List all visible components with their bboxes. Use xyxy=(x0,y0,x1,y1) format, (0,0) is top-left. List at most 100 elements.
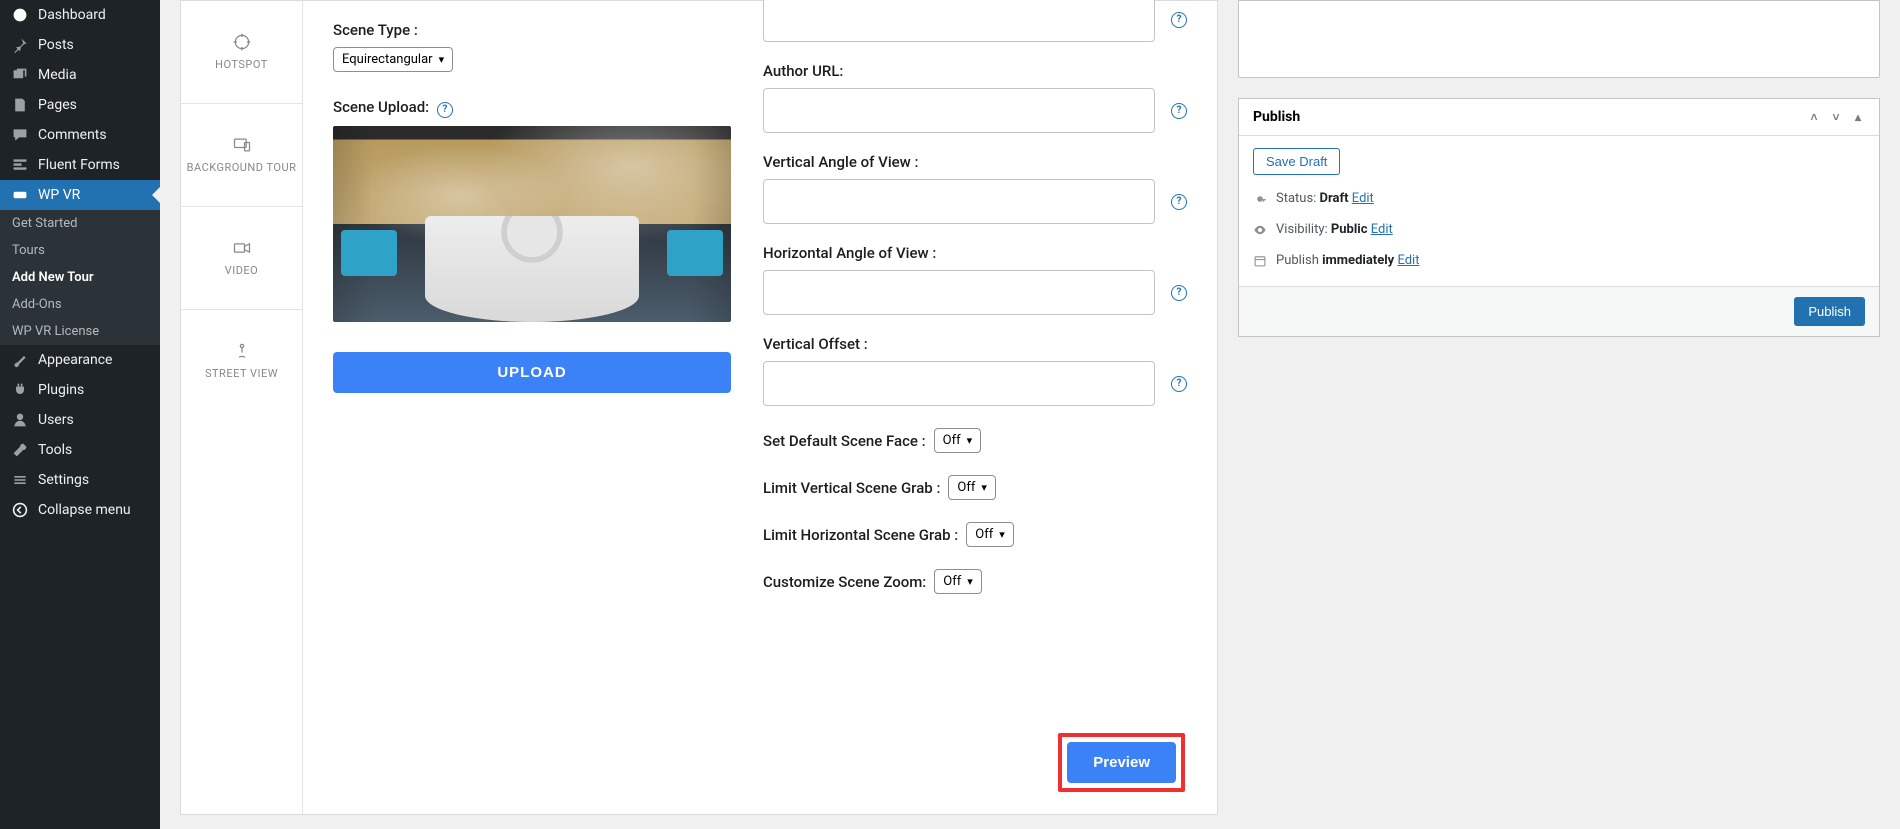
select-value: Off xyxy=(975,527,993,542)
custom-zoom-label: Customize Scene Zoom: xyxy=(763,573,926,591)
status-value: Draft xyxy=(1320,191,1349,206)
limit-h-grab-label: Limit Horizontal Scene Grab : xyxy=(763,526,958,544)
eye-icon xyxy=(1253,223,1267,237)
media-icon xyxy=(10,67,30,83)
schedule-line: Publish immediately Edit xyxy=(1253,253,1865,268)
scene-type-value: Equirectangular xyxy=(342,52,433,67)
status-label: Status: xyxy=(1276,191,1320,206)
submenu-license[interactable]: WP VR License xyxy=(0,318,160,345)
vaov-input[interactable] xyxy=(763,179,1155,224)
vtab-street-view[interactable]: STREET VIEW xyxy=(181,310,302,413)
publish-button[interactable]: Publish xyxy=(1794,297,1865,326)
vtab-background-tour[interactable]: BACKGROUND TOUR xyxy=(181,104,302,207)
scene-type-select[interactable]: Equirectangular ▾ xyxy=(333,47,453,72)
publish-when-label: Publish xyxy=(1276,253,1322,268)
haov-input[interactable] xyxy=(763,270,1155,315)
help-icon[interactable]: ? xyxy=(1171,103,1187,119)
sidebar-item-tools[interactable]: Tools xyxy=(0,435,160,465)
plug-icon xyxy=(10,382,30,398)
vr-icon xyxy=(10,187,30,203)
fluent-forms-icon xyxy=(10,157,30,173)
sidebar-item-posts[interactable]: Posts xyxy=(0,30,160,60)
upload-button[interactable]: UPLOAD xyxy=(333,352,731,393)
vtab-hotspot[interactable]: HOTSPOT xyxy=(181,1,302,104)
edit-schedule-link[interactable]: Edit xyxy=(1397,253,1419,268)
author-url-input[interactable] xyxy=(763,88,1155,133)
main-content: HOTSPOT BACKGROUND TOUR VIDEO STREET VIE… xyxy=(160,0,1900,829)
user-icon xyxy=(10,412,30,428)
help-icon[interactable]: ? xyxy=(437,102,453,118)
crosshair-icon xyxy=(232,32,252,52)
devices-icon xyxy=(232,135,252,155)
vtab-video[interactable]: VIDEO xyxy=(181,207,302,310)
submenu-tours[interactable]: Tours xyxy=(0,237,160,264)
submenu-add-new-tour[interactable]: Add New Tour xyxy=(0,264,160,291)
scene-side-tabs: HOTSPOT BACKGROUND TOUR VIDEO STREET VIE… xyxy=(181,1,303,814)
sidebar-item-appearance[interactable]: Appearance xyxy=(0,345,160,375)
limit-h-grab-select[interactable]: Off ▾ xyxy=(966,522,1014,547)
save-draft-button[interactable]: Save Draft xyxy=(1253,148,1340,175)
sidebar-item-pages[interactable]: Pages xyxy=(0,90,160,120)
help-icon[interactable]: ? xyxy=(1171,285,1187,301)
submenu-addons[interactable]: Add-Ons xyxy=(0,291,160,318)
select-value: Off xyxy=(943,433,961,448)
sidebar-item-settings[interactable]: Settings xyxy=(0,465,160,495)
haov-label: Horizontal Angle of View : xyxy=(763,244,1187,262)
sidebar-item-wpvr[interactable]: WP VR xyxy=(0,180,160,210)
publish-meta-box: Publish ˄ ˅ ▴ Save Draft Status: Draft xyxy=(1238,98,1880,337)
sidebar-label: Plugins xyxy=(38,382,84,398)
sliders-icon xyxy=(10,472,30,488)
admin-sidebar: Dashboard Posts Media Pages Comments Flu… xyxy=(0,0,160,829)
sidebar-label: Dashboard xyxy=(38,7,106,23)
voffset-input[interactable] xyxy=(763,361,1155,406)
move-down-icon[interactable]: ˅ xyxy=(1829,110,1843,124)
sidebar-label: Collapse menu xyxy=(38,502,131,518)
sidebar-label: Appearance xyxy=(38,352,112,368)
chevron-down-icon: ▾ xyxy=(967,434,973,447)
sidebar-label: Users xyxy=(38,412,74,428)
default-face-select[interactable]: Off ▾ xyxy=(934,428,982,453)
limit-v-grab-select[interactable]: Off ▾ xyxy=(948,475,996,500)
chevron-down-icon: ▾ xyxy=(439,53,445,66)
sidebar-label: Tools xyxy=(38,442,72,458)
sidebar-label: Settings xyxy=(38,472,89,488)
video-icon xyxy=(232,238,252,258)
sidebar-label: Media xyxy=(38,67,77,83)
author-url-label: Author URL: xyxy=(763,62,1187,80)
submenu-get-started[interactable]: Get Started xyxy=(0,210,160,237)
sidebar-item-users[interactable]: Users xyxy=(0,405,160,435)
scene-preview-image xyxy=(333,126,731,322)
default-face-label: Set Default Scene Face : xyxy=(763,432,926,450)
comment-icon xyxy=(10,127,30,143)
publish-title: Publish xyxy=(1253,109,1300,125)
key-icon xyxy=(1253,192,1267,206)
edit-visibility-link[interactable]: Edit xyxy=(1371,222,1393,237)
brush-icon xyxy=(10,352,30,368)
preview-button[interactable]: Preview xyxy=(1067,742,1176,783)
sidebar-item-comments[interactable]: Comments xyxy=(0,120,160,150)
toggle-panel-icon[interactable]: ▴ xyxy=(1851,110,1865,124)
collapse-icon xyxy=(10,502,30,518)
sidebar-item-plugins[interactable]: Plugins xyxy=(0,375,160,405)
help-icon[interactable]: ? xyxy=(1171,376,1187,392)
voffset-label: Vertical Offset : xyxy=(763,335,1187,353)
sidebar-item-media[interactable]: Media xyxy=(0,60,160,90)
top-input[interactable] xyxy=(763,0,1155,42)
sidebar-item-collapse[interactable]: Collapse menu xyxy=(0,495,160,525)
limit-v-grab-label: Limit Vertical Scene Grab : xyxy=(763,479,940,497)
custom-zoom-select[interactable]: Off ▾ xyxy=(934,569,982,594)
vtab-label: BACKGROUND TOUR xyxy=(187,161,297,175)
move-up-icon[interactable]: ˄ xyxy=(1807,110,1821,124)
sidebar-item-dashboard[interactable]: Dashboard xyxy=(0,0,160,30)
help-icon[interactable]: ? xyxy=(1171,194,1187,210)
vtab-label: VIDEO xyxy=(225,264,259,278)
sidebar-item-fluentforms[interactable]: Fluent Forms xyxy=(0,150,160,180)
sidebar-label: WP VR xyxy=(38,187,80,203)
dashboard-icon xyxy=(10,7,30,23)
publish-when-value: immediately xyxy=(1322,253,1394,268)
vtab-label: STREET VIEW xyxy=(205,367,278,381)
chevron-down-icon: ▾ xyxy=(981,481,987,494)
edit-status-link[interactable]: Edit xyxy=(1352,191,1374,206)
help-icon[interactable]: ? xyxy=(1171,12,1187,28)
wrench-icon xyxy=(10,442,30,458)
